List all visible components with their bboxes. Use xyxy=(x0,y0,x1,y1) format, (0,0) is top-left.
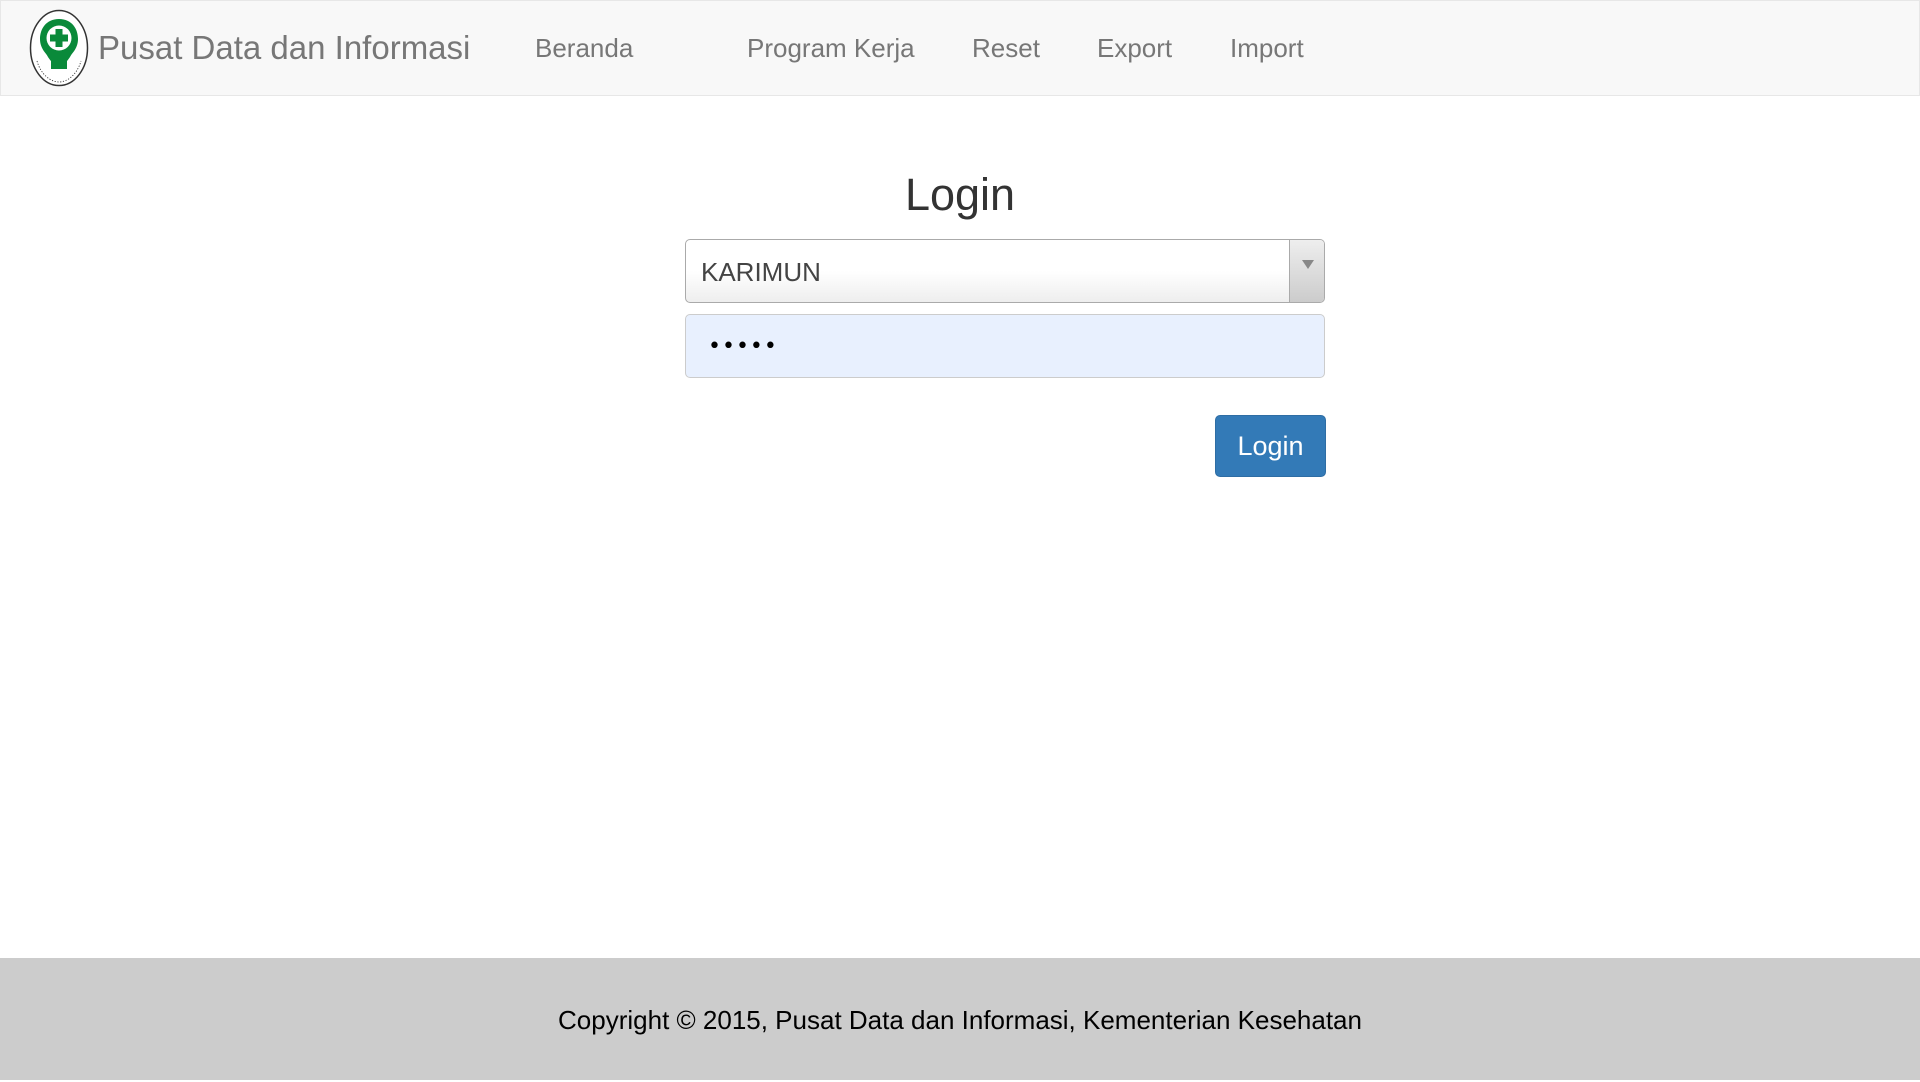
login-button[interactable]: Login xyxy=(1215,415,1326,477)
nav-item-program-kerja[interactable]: Program Kerja xyxy=(747,1,915,95)
region-select-value: KARIMUN xyxy=(701,257,821,287)
password-input[interactable] xyxy=(685,314,1325,378)
nav-item-export[interactable]: Export xyxy=(1097,1,1172,95)
top-navbar: Pusat Data dan Informasi Beranda Program… xyxy=(0,0,1920,96)
nav-item-reset[interactable]: Reset xyxy=(972,1,1040,95)
chevron-down-icon xyxy=(1302,260,1314,269)
login-title: Login xyxy=(904,169,1016,220)
nav-item-beranda[interactable]: Beranda xyxy=(535,1,633,95)
footer-copyright: Copyright © 2015, Pusat Data dan Informa… xyxy=(558,1005,1362,1035)
select-arrow-button[interactable] xyxy=(1289,240,1324,302)
brand-link[interactable]: Pusat Data dan Informasi xyxy=(29,9,470,87)
brand-title: Pusat Data dan Informasi xyxy=(98,29,471,66)
region-select[interactable]: KARIMUN xyxy=(685,239,1325,303)
nav-item-import[interactable]: Import xyxy=(1230,1,1304,95)
bakti-husada-logo-icon xyxy=(29,9,89,87)
footer: Copyright © 2015, Pusat Data dan Informa… xyxy=(0,958,1920,1080)
